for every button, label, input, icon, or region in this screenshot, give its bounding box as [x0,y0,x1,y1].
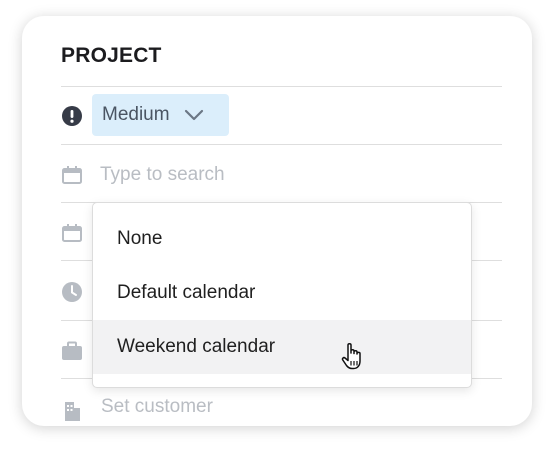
option-default-calendar[interactable]: Default calendar [93,266,471,320]
project-panel: PROJECT Medium Type to search Set custom… [22,16,532,426]
option-none[interactable]: None [93,212,471,266]
clock-icon [60,280,84,304]
exclamation-circle-icon [60,104,84,128]
chevron-down-icon [184,109,204,121]
priority-select[interactable]: Medium [92,94,229,136]
building-icon [60,398,84,422]
calendar-icon [60,163,84,187]
hand-pointer-icon [340,341,366,371]
panel-title: PROJECT [61,44,162,67]
customer-field[interactable]: Set customer [101,396,213,418]
divider [61,86,502,87]
calendar-icon [60,221,84,245]
option-weekend-calendar[interactable]: Weekend calendar [93,320,471,374]
calendar-search-input[interactable] [100,160,490,190]
calendar-dropdown: None Default calendar Weekend calendar [92,202,472,388]
priority-value: Medium [102,104,170,125]
briefcase-icon [60,339,84,363]
divider [61,144,502,145]
